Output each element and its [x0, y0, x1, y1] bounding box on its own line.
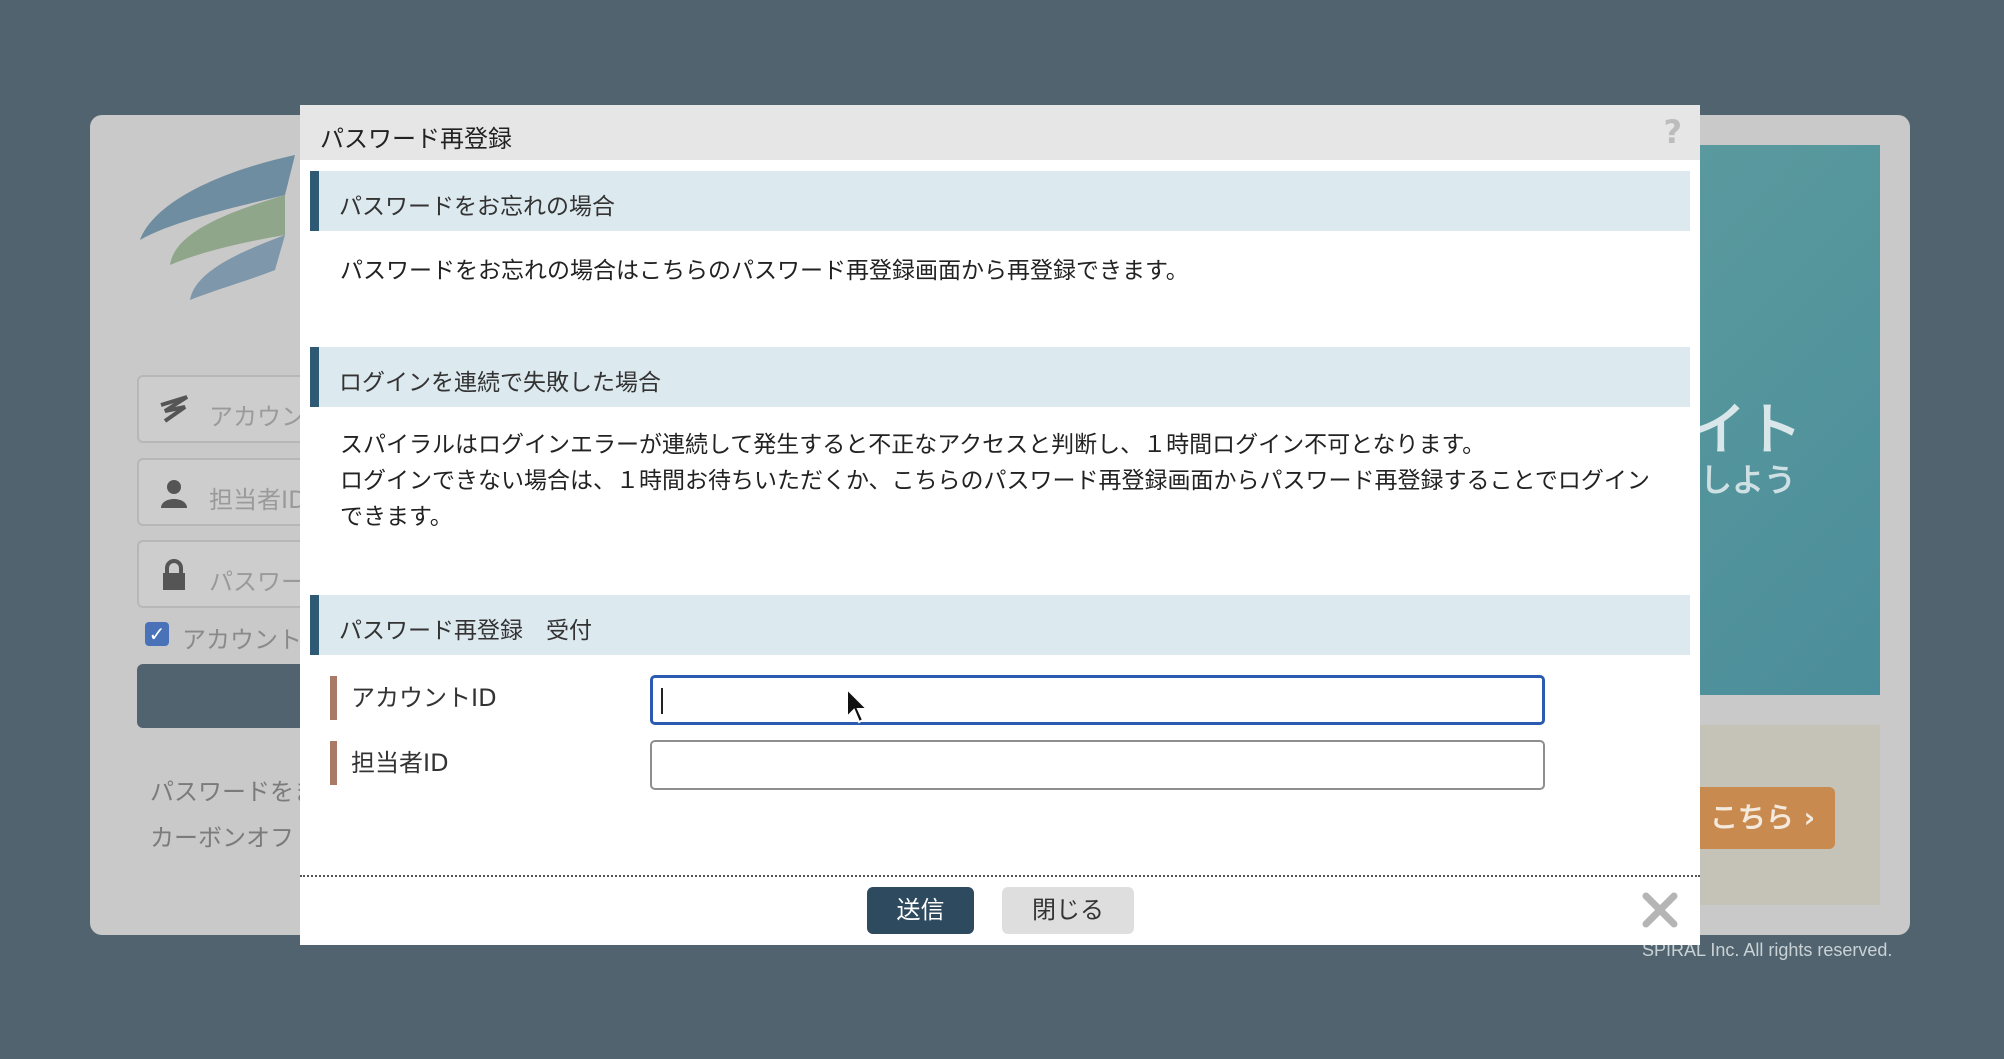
section-heading-reception-text: パスワード再登録 受付 — [339, 618, 592, 644]
account-id-label: アカウントID — [330, 676, 497, 720]
footer-divider — [300, 875, 1700, 877]
bg-forgot-link: パスワードをま — [150, 778, 318, 806]
bg-remember-label: アカウント — [182, 626, 302, 654]
bg-banner-secondary: こちら › — [1690, 725, 1880, 905]
spiral-logo — [140, 155, 295, 300]
user-id-input[interactable] — [650, 740, 1545, 790]
section-heading-failed: ログインを連続で失敗した場合 — [310, 347, 1690, 407]
password-reset-dialog: パスワード再登録 ? パスワードをお忘れの場合 パスワードをお忘れの場合はこちら… — [300, 105, 1700, 945]
section-heading-forgot-text: パスワードをお忘れの場合 — [339, 194, 615, 220]
section-failed-line1: スパイラルはログインエラーが連続して発生すると不正なアクセスと判断し、１時間ログ… — [340, 432, 1486, 458]
bg-password-placeholder: パスワー — [209, 568, 305, 596]
section-forgot-text: パスワードをお忘れの場合はこちらのパスワード再登録画面から再登録できます。 — [340, 258, 1189, 284]
dialog-title: パスワード再登録 — [320, 125, 512, 153]
close-button[interactable]: 閉じる — [1002, 887, 1134, 934]
spiral-small-icon — [160, 395, 189, 423]
help-icon[interactable]: ? — [1663, 113, 1682, 151]
text-caret — [661, 688, 663, 714]
dialog-title-bar: パスワード再登録 ? — [300, 105, 1700, 160]
send-button[interactable]: 送信 — [867, 887, 974, 934]
section-heading-reception: パスワード再登録 受付 — [310, 595, 1690, 655]
person-icon — [161, 480, 187, 508]
bg-account-placeholder: アカウン — [209, 403, 305, 431]
bg-carbon-link: カーボンオフ — [150, 824, 294, 852]
bg-banner-button: こちら › — [1690, 787, 1835, 849]
mouse-pointer-icon — [846, 687, 869, 724]
user-id-label: 担当者ID — [330, 741, 449, 785]
bg-banner-text1: イト — [1690, 398, 1802, 463]
section-heading-forgot: パスワードをお忘れの場合 — [310, 171, 1690, 231]
account-id-input[interactable] — [650, 675, 1545, 725]
section-failed-line2: ログインできない場合は、１時間お待ちいただくか、こちらのパスワード再登録画面から… — [340, 468, 1650, 530]
bg-login-button — [137, 664, 327, 728]
bg-user-placeholder: 担当者ID — [209, 486, 307, 514]
bg-banner-text2: しよう — [1700, 461, 1797, 499]
lock-icon — [163, 559, 185, 590]
close-icon[interactable] — [1640, 890, 1680, 930]
bg-banner: イト しよう — [1690, 145, 1880, 695]
section-heading-failed-text: ログインを連続で失敗した場合 — [339, 370, 661, 396]
bg-remember-checkbox: ✓ — [145, 622, 169, 646]
